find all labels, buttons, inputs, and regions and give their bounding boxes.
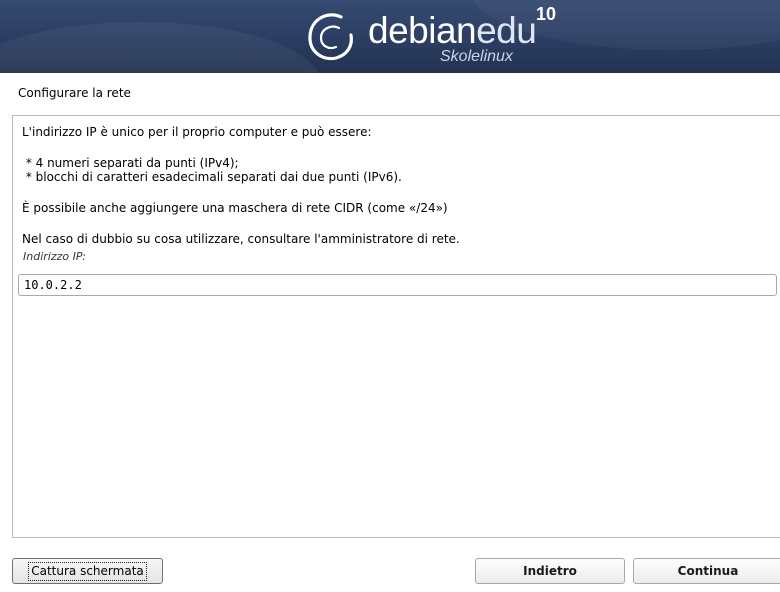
screenshot-button-label: Cattura schermata: [28, 561, 147, 581]
ip-address-label: Indirizzo IP:: [23, 250, 86, 263]
header-banner: debianedu 10 Skolelinux: [0, 0, 780, 73]
instruction-bullet-ipv4: * 4 numeri separati da punti (IPv4);: [22, 156, 239, 170]
instruction-text: L'indirizzo IP è unico per il proprio co…: [22, 125, 372, 139]
logo-word-debian: debian: [368, 10, 477, 51]
continue-button[interactable]: Continua: [633, 558, 780, 584]
logo-word-edu: edu: [476, 10, 537, 51]
ip-address-input[interactable]: [18, 274, 777, 296]
back-button[interactable]: Indietro: [475, 558, 625, 584]
instruction-help: Nel caso di dubbio su cosa utilizzare, c…: [22, 232, 460, 246]
logo-subtitle: Skolelinux: [440, 48, 513, 65]
logo-version: 10: [536, 4, 557, 24]
logo-wordmark: debianedu: [368, 10, 537, 51]
instruction-cidr: È possibile anche aggiungere una mascher…: [22, 201, 448, 215]
banner-decoration: [0, 22, 320, 73]
screenshot-button[interactable]: Cattura schermata: [12, 558, 163, 584]
debian-swirl-icon: [308, 13, 353, 61]
instruction-bullet-ipv6: * blocchi di caratteri esadecimali separ…: [22, 170, 402, 184]
page-title: Configurare la rete: [18, 86, 131, 100]
